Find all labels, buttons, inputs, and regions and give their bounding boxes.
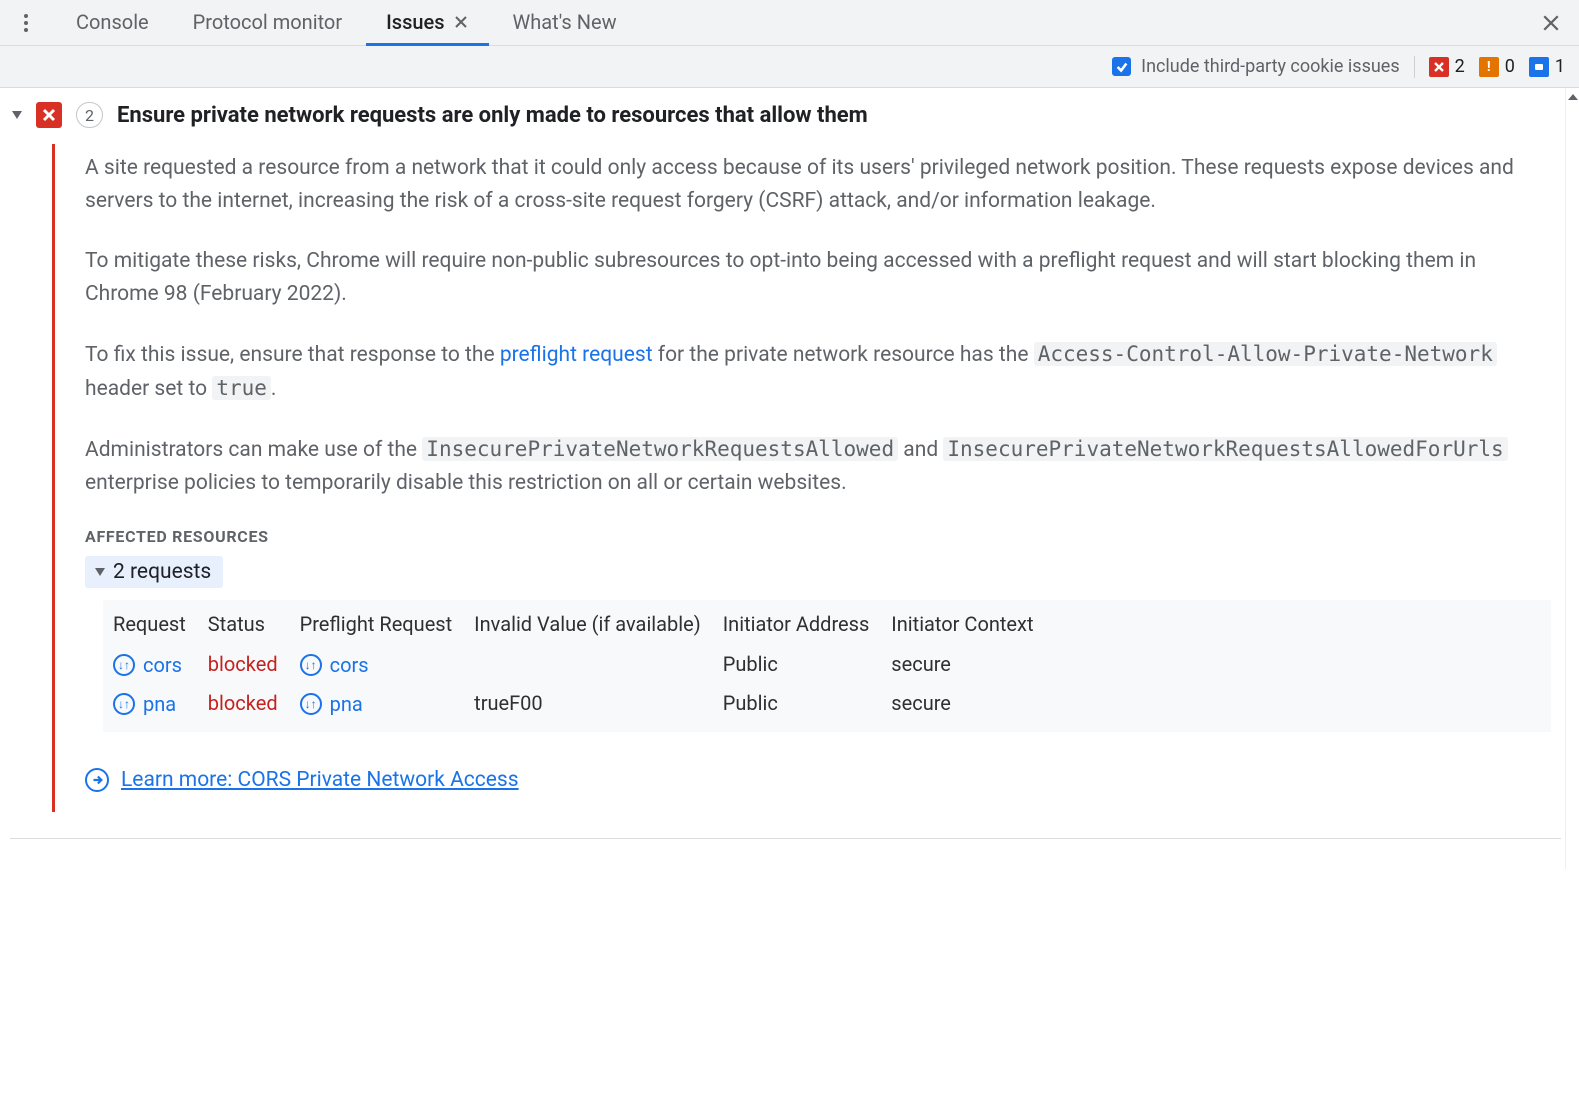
initiator-address: Public [723,644,892,683]
tab-label: Issues [386,10,444,34]
issue-occurrence-count: 2 [76,102,103,128]
request-link[interactable]: ↓↑pna [113,692,176,716]
learn-more-label: Learn more: CORS Private Network Access [121,768,519,792]
affected-resources-heading: AFFECTED RESOURCES [85,527,1551,546]
error-icon [1429,57,1449,77]
issue-header-row[interactable]: 2 Ensure private network requests are on… [10,102,1561,128]
preflight-request-link[interactable]: preflight request [500,343,653,367]
table-row: ↓↑pna blocked ↓↑pna trueF00 Public secur… [113,683,1056,722]
include-third-party-cookies-checkbox[interactable]: Include third-party cookie issues [1112,56,1399,77]
col-status: Status [208,606,300,644]
tab-issues[interactable]: Issues [366,1,488,46]
toolbar-separator [1414,56,1415,78]
tab-console[interactable]: Console [56,1,169,46]
checkbox-checked-icon [1112,57,1131,76]
tab-protocol-monitor[interactable]: Protocol monitor [173,1,362,46]
tab-label: What's New [513,10,617,34]
col-initiator-context: Initiator Context [891,606,1055,644]
col-preflight: Preflight Request [300,606,475,644]
requests-toggle-label: 2 requests [113,560,211,584]
info-count-badge[interactable]: 1 [1529,56,1565,77]
tab-label: Console [76,10,149,34]
issue-paragraph: To mitigate these risks, Chrome will req… [85,245,1551,310]
policy-code: InsecurePrivateNetworkRequestsAllowed [422,437,898,461]
expand-triangle-icon[interactable] [12,111,22,119]
issue-title: Ensure private network requests are only… [117,103,868,128]
col-request: Request [113,606,208,644]
status-value: blocked [208,652,278,676]
status-value: blocked [208,691,278,715]
issues-toolbar: Include third-party cookie issues 2 ! 0 … [0,46,1579,88]
more-menu-icon[interactable] [14,11,38,35]
col-invalid: Invalid Value (if available) [474,606,723,644]
network-icon: ↓↑ [113,654,135,676]
warning-icon: ! [1479,57,1499,77]
preflight-link[interactable]: ↓↑cors [300,653,369,677]
close-drawer-icon[interactable] [1537,9,1565,37]
checkbox-label: Include third-party cookie issues [1141,56,1399,77]
affected-requests-table: Request Status Preflight Request Invalid… [103,600,1551,732]
info-icon [1529,57,1549,77]
initiator-context: secure [891,644,1055,683]
tab-label: Protocol monitor [193,10,342,34]
initiator-address: Public [723,683,892,722]
devtools-issues-panel: Console Protocol monitor Issues What's N… [0,0,1579,869]
info-count: 1 [1555,56,1565,77]
warning-count-badge[interactable]: ! 0 [1479,56,1515,77]
network-icon: ↓↑ [300,693,322,715]
network-icon: ↓↑ [113,693,135,715]
col-initiator-address: Initiator Address [723,606,892,644]
invalid-value [474,644,723,683]
issue-body: A site requested a resource from a netwo… [52,144,1561,812]
learn-more-link[interactable]: Learn more: CORS Private Network Access [85,768,519,792]
initiator-context: secure [891,683,1055,722]
preflight-link[interactable]: ↓↑pna [300,692,363,716]
tab-whats-new[interactable]: What's New [493,1,637,46]
arrow-right-circle-icon [85,768,109,792]
error-count: 2 [1455,56,1465,77]
warning-count: 0 [1505,56,1515,77]
issue-paragraph: Administrators can make use of the Insec… [85,433,1551,499]
scrollbar[interactable] [1565,88,1579,869]
header-value-code: true [212,376,271,400]
header-name-code: Access-Control-Allow-Private-Network [1034,342,1497,366]
error-count-badge[interactable]: 2 [1429,56,1465,77]
table-row: ↓↑cors blocked ↓↑cors Public secure [113,644,1056,683]
issue-paragraph: To fix this issue, ensure that response … [85,338,1551,405]
invalid-value: trueF00 [474,683,723,722]
close-tab-icon[interactable] [453,14,469,30]
expand-triangle-icon [95,568,105,576]
tab-strip: Console Protocol monitor Issues What's N… [0,0,1579,46]
bottom-divider [10,838,1561,839]
request-link[interactable]: ↓↑cors [113,653,182,677]
policy-code: InsecurePrivateNetworkRequestsAllowedFor… [943,437,1507,461]
requests-toggle[interactable]: 2 requests [85,556,223,588]
issue-paragraph: A site requested a resource from a netwo… [85,152,1551,217]
network-icon: ↓↑ [300,654,322,676]
issues-content: 2 Ensure private network requests are on… [0,88,1579,869]
error-badge-icon [36,102,62,128]
